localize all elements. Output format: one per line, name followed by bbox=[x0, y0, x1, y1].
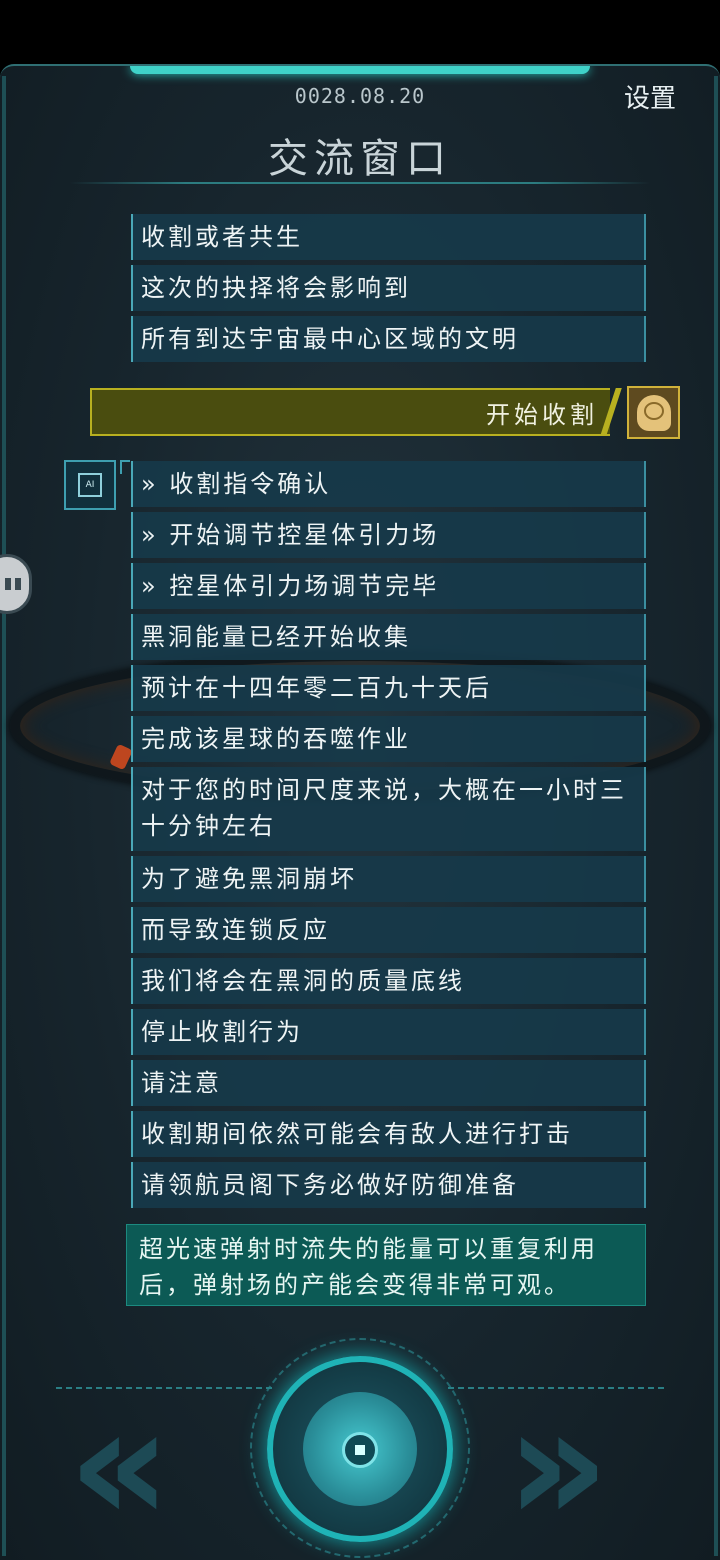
message-row: 请注意 bbox=[131, 1060, 646, 1106]
tip-box: 超光速弹射时流失的能量可以重复利用后，弹射场的产能会变得非常可观。 bbox=[126, 1224, 646, 1306]
page-title: 交流窗口 bbox=[268, 136, 452, 182]
stop-icon bbox=[342, 1432, 378, 1468]
panel-top-glow bbox=[130, 66, 590, 74]
message-row: 预计在十四年零二百九十天后 bbox=[131, 665, 646, 711]
message-row: 请领航员阁下务必做好防御准备 bbox=[131, 1162, 646, 1208]
title-divider bbox=[70, 182, 650, 184]
message-row: 收割期间依然可能会有敌人进行打击 bbox=[131, 1111, 646, 1157]
message-row: 完成该星球的吞噬作业 bbox=[131, 716, 646, 762]
ai-avatar: AI bbox=[64, 460, 116, 510]
brain-head-icon bbox=[636, 394, 671, 431]
message-row: 收割或者共生 bbox=[131, 214, 646, 260]
settings-button[interactable]: 设置 bbox=[624, 78, 676, 115]
previous-arrow-icon[interactable]: « bbox=[68, 1385, 172, 1545]
message-row: 黑洞能量已经开始收集 bbox=[131, 614, 646, 660]
game-date: 0028.08.20 bbox=[294, 84, 426, 108]
side-floating-button[interactable] bbox=[0, 554, 32, 614]
message-row: 所有到达宇宙最中心区域的文明 bbox=[131, 316, 646, 362]
ai-chip-icon: AI bbox=[78, 473, 102, 497]
ai-bubble-corner bbox=[120, 460, 130, 474]
message-row: 为了避免黑洞崩坏 bbox=[131, 856, 646, 902]
message-row: 停止收割行为 bbox=[131, 1009, 646, 1055]
message-row: » 开始调节控星体引力场 bbox=[131, 512, 646, 558]
player-avatar bbox=[627, 386, 680, 439]
status-bar-area bbox=[0, 0, 720, 64]
message-row: 对于您的时间尺度来说，大概在一小时三十分钟左右 bbox=[131, 767, 646, 851]
message-row: » 收割指令确认 bbox=[131, 461, 646, 507]
player-choice-bubble: 开始收割 bbox=[90, 388, 610, 436]
next-arrow-icon[interactable]: » bbox=[506, 1385, 610, 1545]
panel-frame-left bbox=[2, 76, 6, 1556]
message-row: 而导致连锁反应 bbox=[131, 907, 646, 953]
message-row: 我们将会在黑洞的质量底线 bbox=[131, 958, 646, 1004]
panel-frame-right bbox=[714, 76, 718, 1556]
chat-panel: 0028.08.20 设置 交流窗口 收割或者共生 这次的抉择将会影响到 所有到… bbox=[0, 64, 720, 1560]
message-row: 这次的抉择将会影响到 bbox=[131, 265, 646, 311]
message-row: » 控星体引力场调节完毕 bbox=[131, 563, 646, 609]
